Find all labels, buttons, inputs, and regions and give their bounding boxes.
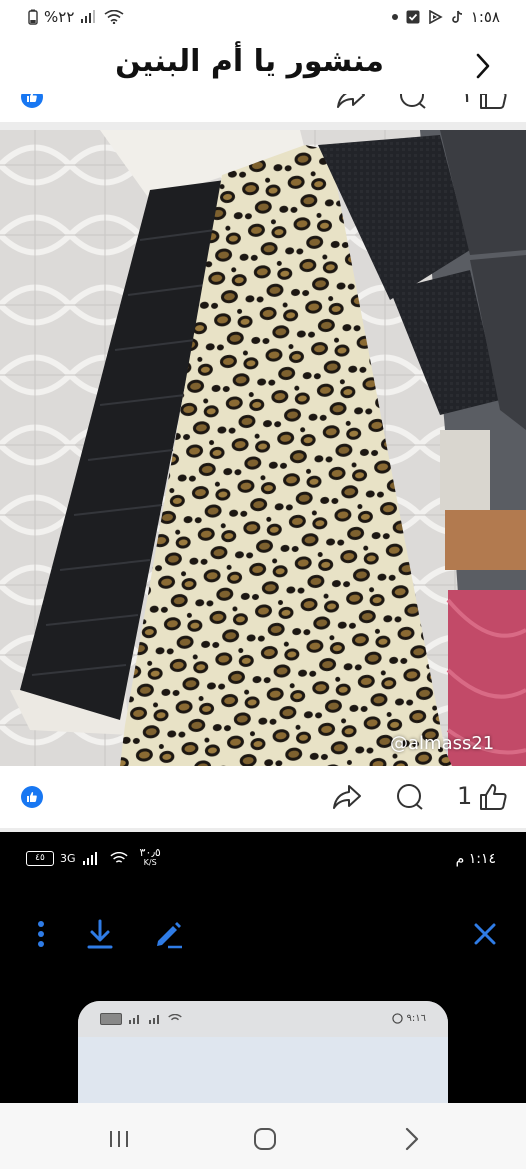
screenshot-time: ١:١٤ م [455, 851, 496, 867]
tiktok-icon [451, 10, 462, 23]
previous-post-actions: ١ [0, 94, 526, 122]
close-icon [474, 923, 496, 945]
status-left: %٢٢ [28, 8, 124, 26]
like-count-top: ١ [460, 94, 473, 108]
comment-button[interactable] [395, 783, 425, 815]
clock: ١:٥٨ [470, 8, 500, 26]
screenshot-thumbnail[interactable]: ٩:١٦ [78, 1001, 448, 1103]
dot-icon [391, 14, 398, 20]
screenshot-editor-preview: ٤٥ 3G ٣٠٫٥ K/S ١:١٤ م ٩:١٦ [0, 832, 526, 1103]
home-button[interactable] [247, 1121, 283, 1157]
screenshot-status-left: ٤٥ 3G ٣٠٫٥ K/S [26, 846, 161, 868]
wifi-icon [109, 851, 128, 863]
signal-icon [149, 1015, 159, 1024]
speed-unit: K/S [143, 858, 157, 867]
thumbnail-status-icons [100, 1013, 182, 1025]
system-navigation-bar [0, 1103, 526, 1169]
post-separator [0, 122, 526, 130]
like-count: 1 [457, 782, 473, 810]
battery-icon [28, 9, 38, 25]
more-options-button[interactable] [25, 918, 57, 950]
pencil-icon [157, 922, 182, 949]
comment-button-top[interactable] [398, 94, 428, 114]
download-icon [87, 919, 113, 949]
comment-icon [400, 94, 426, 109]
wifi-icon [104, 10, 124, 24]
thumbs-up-outline-icon [480, 784, 507, 810]
screenshot-battery: ٤٥ [26, 850, 54, 866]
post-actions: 1 [0, 766, 526, 828]
more-vertical-icon [38, 921, 44, 947]
post-header: منشور يا أم البنين [0, 38, 526, 95]
play-notification-icon [428, 10, 443, 24]
screenshot-network: 3G [60, 851, 76, 865]
battery-percent: %٢٢ [44, 8, 75, 26]
signal-icon [82, 851, 97, 865]
battery-icon [100, 1013, 122, 1025]
share-button-top[interactable] [336, 94, 366, 114]
share-button[interactable] [332, 783, 362, 815]
share-icon [337, 94, 365, 108]
thumbs-up-outline-icon [480, 94, 507, 109]
back-nav-button[interactable] [394, 1121, 430, 1157]
page-title: منشور يا أم البنين [115, 44, 384, 79]
sofa-photo [0, 130, 526, 766]
post-image[interactable]: @almass21 [0, 130, 526, 766]
download-button[interactable] [84, 918, 116, 950]
checkbox-notification-icon [406, 10, 420, 24]
thumbs-up-icon [27, 94, 37, 102]
back-button[interactable] [465, 48, 501, 84]
whatsapp-icon [391, 1013, 403, 1024]
chevron-right-icon [405, 1127, 419, 1151]
signal-icon [129, 1015, 139, 1024]
comment-icon [397, 784, 423, 810]
status-right: ١:٥٨ [391, 8, 500, 26]
status-bar: %٢٢ ١:٥٨ [0, 0, 526, 38]
screenshot-speed: ٣٠٫٥ K/S [139, 846, 161, 868]
recent-apps-button[interactable] [101, 1121, 137, 1157]
thumbnail-status-bar: ٩:١٦ [78, 1001, 448, 1037]
thumbnail-time-group: ٩:١٦ [391, 1013, 426, 1024]
signal-icon [81, 10, 96, 23]
thumbs-up-icon [27, 792, 37, 802]
wifi-icon [168, 1014, 182, 1021]
chevron-right-icon [476, 53, 490, 79]
like-button[interactable] [478, 783, 508, 815]
recent-apps-icon [110, 1131, 128, 1147]
home-icon [254, 1128, 276, 1150]
image-watermark: @almass21 [390, 733, 495, 754]
thumbnail-content [78, 1037, 448, 1103]
edit-button[interactable] [153, 918, 185, 950]
close-button[interactable] [469, 918, 501, 950]
speed-value: ٣٠٫٥ [139, 846, 161, 859]
share-icon [333, 785, 361, 809]
like-reaction-badge [21, 94, 43, 108]
like-button-top[interactable] [478, 94, 508, 114]
like-reaction-badge [21, 786, 43, 808]
thumbnail-time: ٩:١٦ [406, 1013, 426, 1024]
